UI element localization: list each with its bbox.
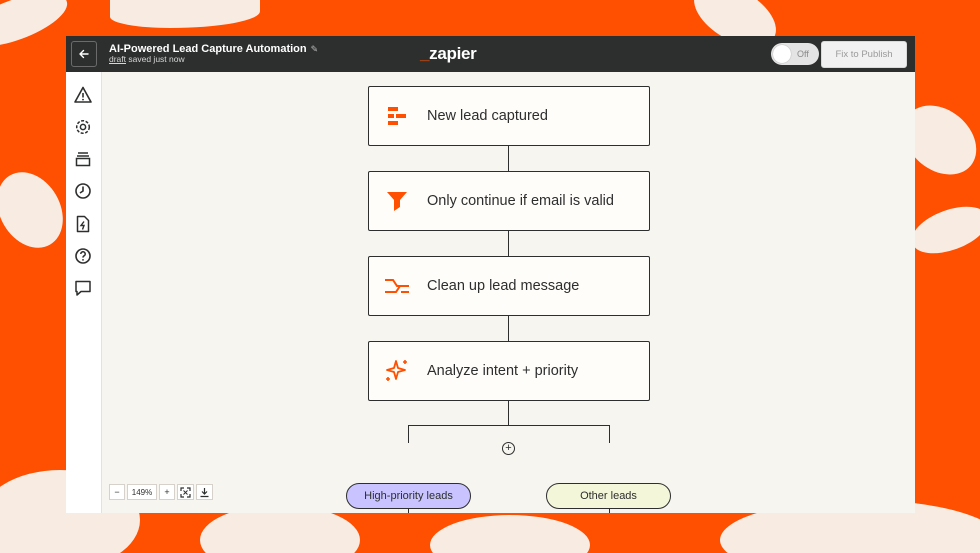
step-card-filter[interactable]: Only continue if email is valid bbox=[368, 171, 650, 231]
fit-screen-icon bbox=[180, 486, 191, 498]
formatter-icon bbox=[383, 272, 411, 300]
file-zap-icon[interactable] bbox=[72, 213, 94, 235]
pencil-icon[interactable]: ✎ bbox=[311, 44, 319, 54]
zoom-controls: − 149% + bbox=[109, 484, 213, 500]
settings-icon[interactable] bbox=[72, 116, 94, 138]
step-label: Only continue if email is valid bbox=[427, 193, 614, 209]
draft-link[interactable]: draft bbox=[109, 54, 126, 65]
back-button[interactable] bbox=[71, 41, 97, 67]
help-icon[interactable] bbox=[72, 245, 94, 267]
step-label: New lead captured bbox=[427, 108, 548, 124]
history-icon[interactable] bbox=[72, 180, 94, 202]
zoom-out-button[interactable]: − bbox=[109, 484, 125, 500]
step-card-formatter[interactable]: Clean up lead message bbox=[368, 256, 650, 316]
branch-line-left bbox=[408, 509, 409, 513]
arrow-left-icon bbox=[79, 49, 89, 59]
zoom-level[interactable]: 149% bbox=[127, 484, 157, 500]
warning-icon[interactable] bbox=[72, 84, 94, 106]
connector-line bbox=[508, 146, 509, 171]
connector-line bbox=[508, 231, 509, 256]
brush-stroke bbox=[905, 197, 980, 263]
branch-pill-high-priority[interactable]: High-priority leads bbox=[346, 483, 471, 509]
branch-connector bbox=[408, 425, 609, 426]
add-step-button[interactable]: + bbox=[502, 442, 515, 455]
download-icon bbox=[200, 487, 209, 497]
workflow-canvas[interactable]: New lead captured + Only continue if ema… bbox=[103, 72, 915, 513]
zap-editor-window: AI-Powered Lead Capture Automation ✎ dra… bbox=[66, 36, 915, 513]
comment-icon[interactable] bbox=[72, 277, 94, 299]
publish-toggle[interactable]: Off bbox=[771, 43, 819, 65]
form-icon bbox=[383, 102, 411, 130]
step-label: Clean up lead message bbox=[427, 278, 580, 294]
zap-title-block: AI-Powered Lead Capture Automation ✎ dra… bbox=[109, 43, 318, 65]
zoom-in-button[interactable]: + bbox=[159, 484, 175, 500]
toggle-knob bbox=[773, 45, 791, 63]
connector-line bbox=[508, 401, 509, 425]
brush-stroke bbox=[110, 0, 260, 28]
versions-icon[interactable] bbox=[72, 148, 94, 170]
toggle-label: Off bbox=[797, 49, 809, 59]
ai-sparkle-icon bbox=[383, 357, 411, 385]
filter-icon bbox=[383, 187, 411, 215]
save-status: saved just now bbox=[128, 54, 185, 65]
editor-topbar: AI-Powered Lead Capture Automation ✎ dra… bbox=[66, 36, 915, 72]
branch-line-right bbox=[609, 425, 610, 443]
step-card-trigger[interactable]: New lead captured bbox=[368, 86, 650, 146]
brush-stroke bbox=[430, 515, 590, 553]
branch-line-right bbox=[609, 509, 610, 513]
left-sidebar bbox=[66, 72, 102, 513]
brush-stroke bbox=[0, 0, 74, 58]
download-button[interactable] bbox=[196, 484, 213, 500]
step-card-ai[interactable]: Analyze intent + priority bbox=[368, 341, 650, 401]
zapier-logo: _zapier bbox=[420, 44, 477, 63]
fix-to-publish-button[interactable]: Fix to Publish bbox=[821, 41, 907, 68]
brush-stroke bbox=[0, 160, 76, 260]
branch-pill-other[interactable]: Other leads bbox=[546, 483, 671, 509]
connector-line bbox=[508, 316, 509, 341]
branch-line-left bbox=[408, 425, 409, 443]
fit-to-screen-button[interactable] bbox=[177, 484, 194, 500]
step-label: Analyze intent + priority bbox=[427, 363, 579, 379]
